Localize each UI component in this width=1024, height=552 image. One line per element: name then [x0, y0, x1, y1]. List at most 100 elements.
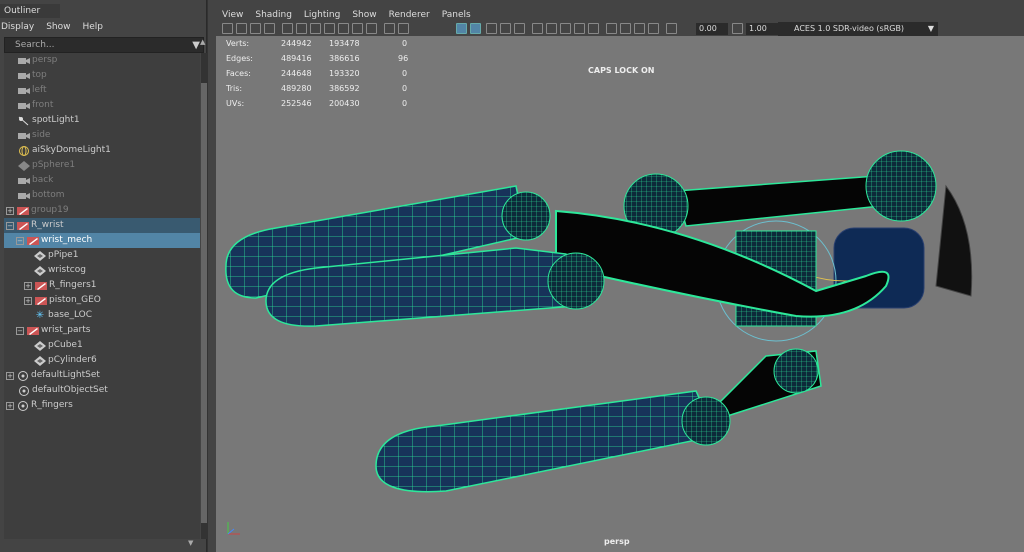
menu-panels[interactable]: Panels — [442, 8, 471, 22]
list-item[interactable]: − wrist_parts — [4, 323, 200, 338]
top-joint — [865, 150, 937, 222]
camera-icon — [18, 192, 30, 199]
list-item[interactable]: left — [4, 83, 200, 98]
default-material-icon[interactable] — [486, 23, 497, 34]
3d-viewport[interactable]: Verts: 244942 193478 0 Edges: 489416 386616 96… — [216, 36, 1024, 552]
menu-help[interactable]: Help — [82, 20, 103, 34]
expand-icon[interactable]: + — [24, 281, 32, 290]
hud-value: 489280 — [281, 84, 312, 93]
list-item[interactable]: side — [4, 128, 200, 143]
screen-space-ao-icon[interactable] — [546, 23, 557, 34]
lock-camera-icon[interactable] — [236, 23, 247, 34]
list-item[interactable]: spotLight1 — [4, 113, 200, 128]
list-item[interactable]: wristcog — [4, 263, 200, 278]
list-item[interactable]: persp — [4, 53, 200, 68]
resolution-gate-icon[interactable] — [310, 23, 321, 34]
antialiasing-icon[interactable] — [574, 23, 585, 34]
color-space-label: ACES 1.0 SDR-video (sRGB) — [794, 24, 905, 33]
gamma-field[interactable]: 1.00 — [746, 23, 778, 35]
textured-icon[interactable] — [500, 23, 511, 34]
bookmark-icon[interactable] — [250, 23, 261, 34]
film-gate-icon[interactable] — [296, 23, 307, 34]
gamma-icon[interactable] — [732, 23, 743, 34]
motion-blur-icon[interactable] — [560, 23, 571, 34]
list-item[interactable]: + defaultLightSet — [4, 368, 200, 383]
list-item[interactable]: ✳ base_LOC — [4, 308, 200, 323]
list-item[interactable]: − R_wrist — [4, 218, 200, 233]
select-camera-icon[interactable] — [222, 23, 233, 34]
image-plane-icon[interactable] — [264, 23, 275, 34]
skydome-icon — [19, 145, 29, 156]
list-item-label: wristcog — [48, 265, 86, 275]
depth-of-field-icon[interactable] — [588, 23, 599, 34]
hud-value: 489416 — [281, 54, 312, 63]
camera-name: persp — [604, 537, 630, 546]
menu-renderer[interactable]: Renderer — [389, 8, 430, 22]
locator-icon: ✳ — [35, 309, 45, 321]
collapse-icon[interactable]: − — [16, 236, 24, 245]
rear-plate — [935, 184, 973, 297]
list-item[interactable]: defaultObjectSet — [4, 383, 200, 398]
list-item-selected[interactable]: − wrist_mech — [4, 233, 200, 248]
list-item[interactable]: + group19 — [4, 203, 200, 218]
outliner-title: Outliner — [0, 4, 60, 18]
color-space-select[interactable]: ACES 1.0 SDR-video (sRGB) ▼ — [778, 22, 938, 36]
exposure-field[interactable]: 0.00 — [696, 23, 728, 35]
list-item[interactable]: pPipe1 — [4, 248, 200, 263]
list-item-label: wrist_mech — [41, 235, 93, 245]
backface-culling-icon[interactable] — [648, 23, 659, 34]
expand-icon[interactable]: + — [6, 401, 14, 410]
finger-lower — [375, 390, 718, 493]
list-item[interactable]: + R_fingers — [4, 398, 200, 413]
list-item[interactable]: + piston_GEO — [4, 293, 200, 308]
list-item[interactable]: front — [4, 98, 200, 113]
menu-show[interactable]: Show — [352, 8, 376, 22]
collapse-icon[interactable]: − — [16, 326, 24, 335]
menu-shading[interactable]: Shading — [255, 8, 292, 22]
expand-icon[interactable]: + — [6, 371, 14, 380]
use-all-lights-icon[interactable] — [514, 23, 525, 34]
list-item[interactable]: bottom — [4, 188, 200, 203]
list-item[interactable]: pCube1 — [4, 338, 200, 353]
list-item-label: back — [32, 175, 54, 185]
search-input[interactable]: Search... ▼ — [4, 37, 204, 53]
list-item-label: pCylinder6 — [48, 355, 97, 365]
outliner-menubar: Display Show Help — [0, 20, 103, 34]
scroll-down-icon[interactable]: ▼ — [188, 539, 193, 547]
list-item[interactable]: pCylinder6 — [4, 353, 200, 368]
wireframe-on-shaded-icon[interactable] — [456, 23, 467, 34]
list-item[interactable]: + R_fingers1 — [4, 278, 200, 293]
finger-lower-knuckle — [681, 396, 731, 446]
menu-lighting[interactable]: Lighting — [304, 8, 340, 22]
safe-title-icon[interactable] — [366, 23, 377, 34]
list-item[interactable]: back — [4, 173, 200, 188]
smooth-shade-icon[interactable] — [398, 23, 409, 34]
chevron-down-icon[interactable]: ▼ — [192, 39, 200, 53]
gate-mask-icon[interactable] — [324, 23, 335, 34]
shadows-icon[interactable] — [532, 23, 543, 34]
grid-icon[interactable] — [282, 23, 293, 34]
scroll-up-icon[interactable]: ▲ — [200, 38, 205, 46]
gear-icon[interactable] — [666, 23, 677, 34]
menu-view[interactable]: View — [222, 8, 243, 22]
list-item-label: defaultLightSet — [31, 370, 100, 380]
expand-icon[interactable]: + — [6, 206, 14, 215]
xray-icon[interactable] — [470, 23, 481, 34]
safe-action-icon[interactable] — [352, 23, 363, 34]
list-item[interactable]: pSphere1 — [4, 158, 200, 173]
menu-show[interactable]: Show — [46, 20, 70, 34]
wireframe-icon[interactable] — [384, 23, 395, 34]
xray-components-icon[interactable] — [634, 23, 645, 34]
field-chart-icon[interactable] — [338, 23, 349, 34]
set-icon — [18, 400, 28, 411]
list-item-label: R_fingers — [31, 400, 73, 410]
list-item[interactable]: aiSkyDomeLight1 — [4, 143, 200, 158]
panel-divider[interactable] — [207, 0, 215, 552]
list-item[interactable]: top — [4, 68, 200, 83]
list-item-label: R_wrist — [31, 220, 64, 230]
menu-display[interactable]: Display — [1, 20, 34, 34]
xray-joints-icon[interactable] — [620, 23, 631, 34]
isolate-select-icon[interactable] — [606, 23, 617, 34]
expand-icon[interactable]: + — [24, 296, 32, 305]
collapse-icon[interactable]: − — [6, 221, 14, 230]
